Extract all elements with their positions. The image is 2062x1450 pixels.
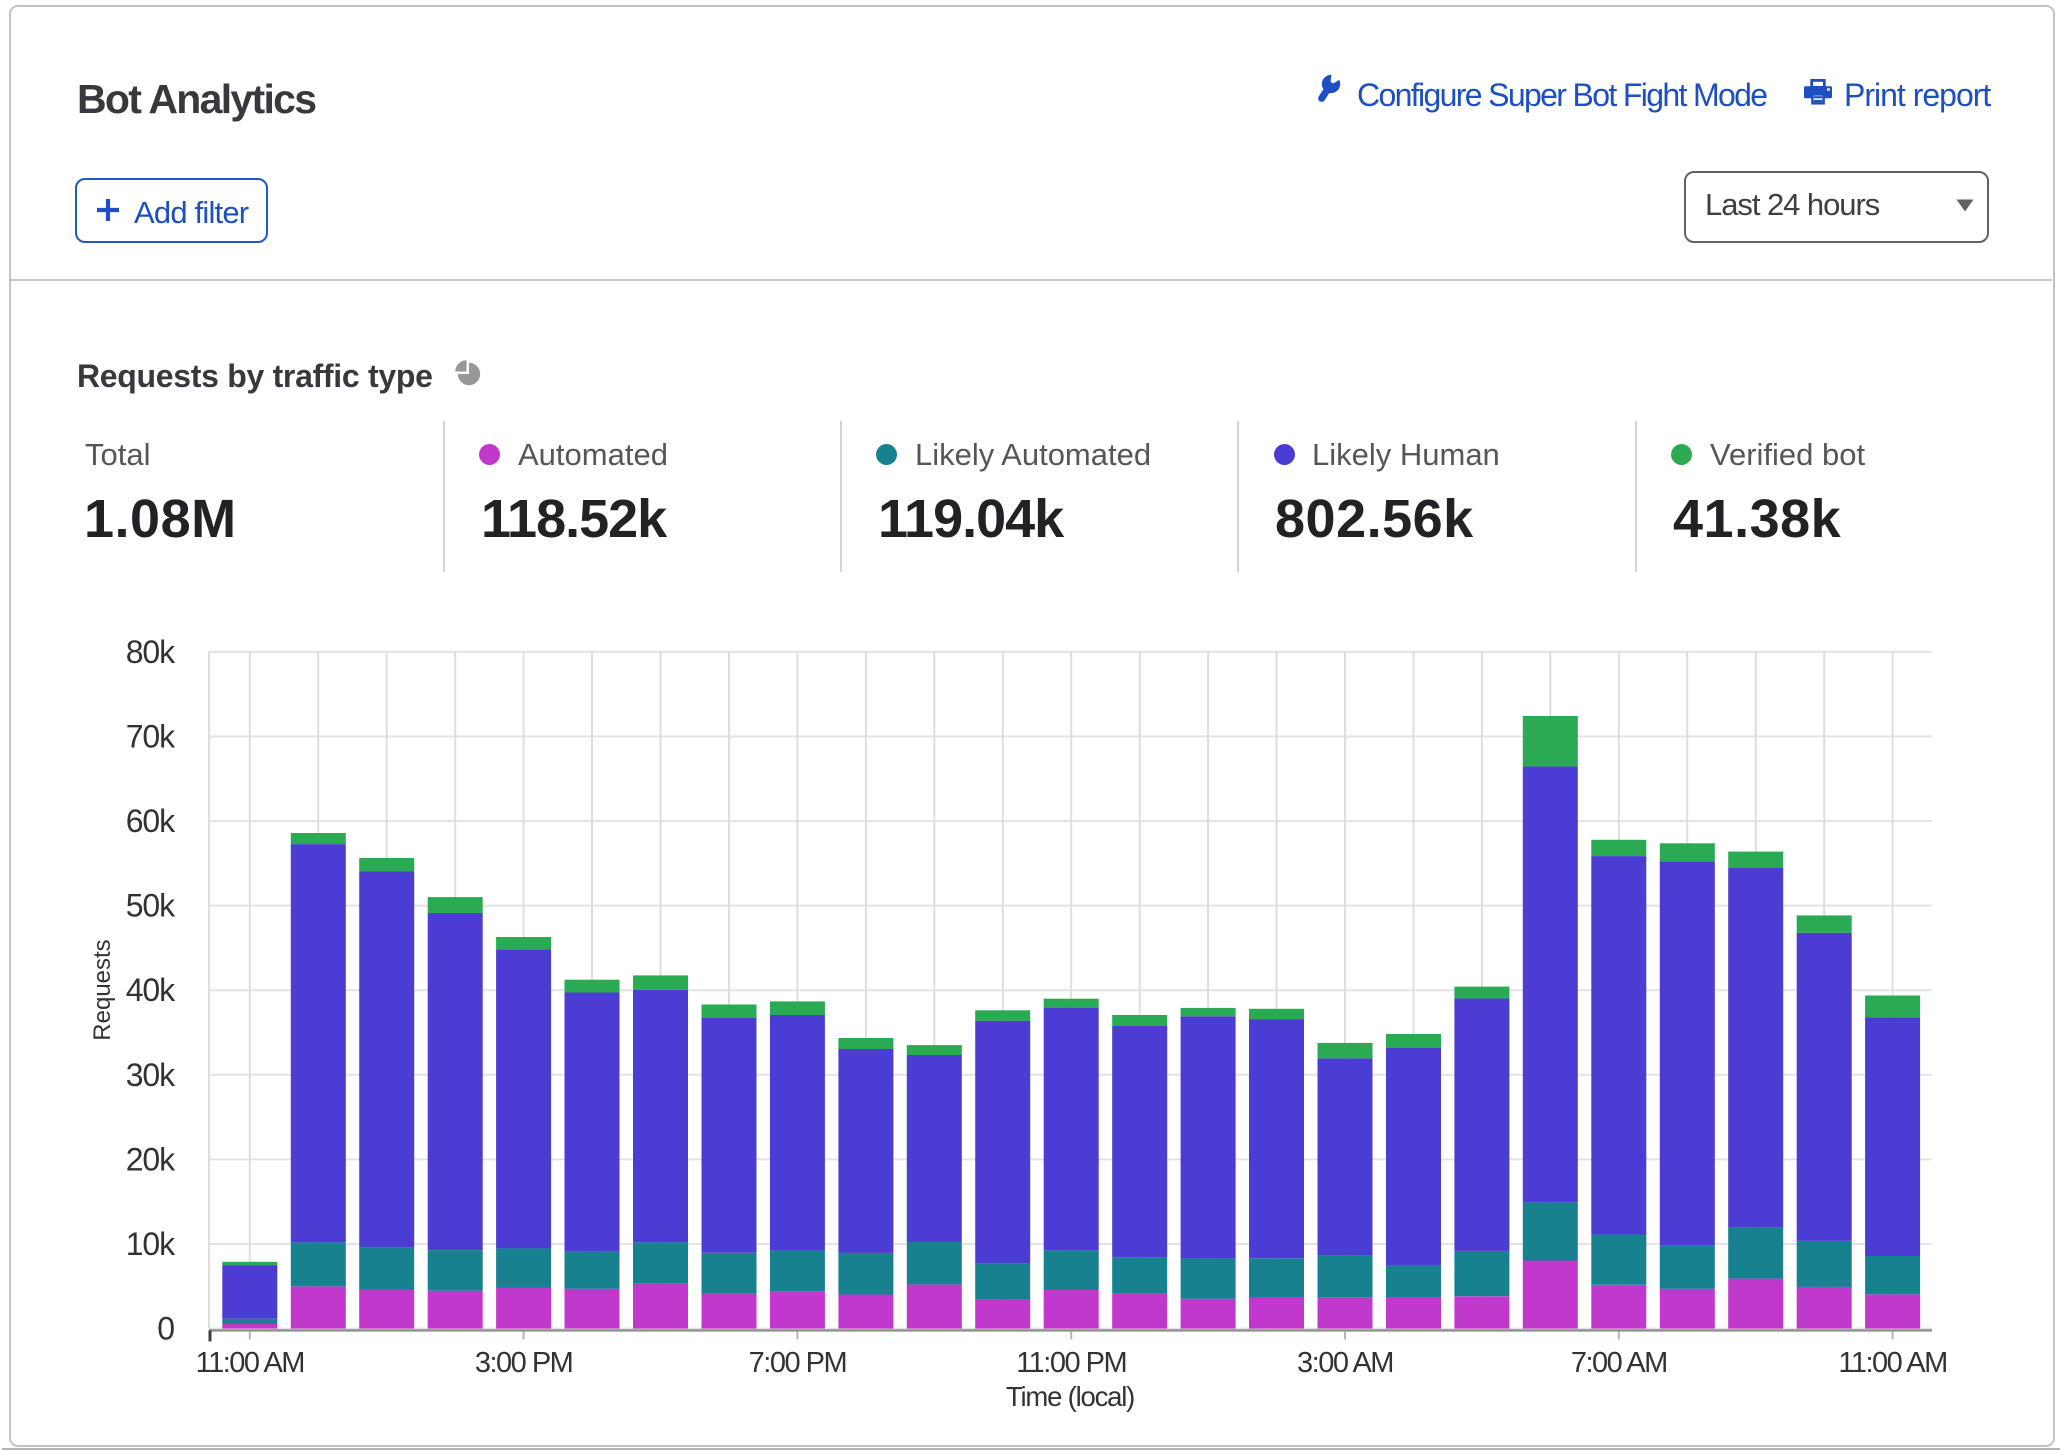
svg-text:60k: 60k [126,803,176,839]
svg-text:7:00 PM: 7:00 PM [749,1347,847,1379]
svg-text:3:00 AM: 3:00 AM [1297,1347,1393,1379]
svg-text:11:00 AM: 11:00 AM [196,1347,304,1379]
svg-text:Requests: Requests [89,939,116,1040]
svg-text:30k: 30k [126,1057,176,1093]
svg-text:10k: 10k [126,1226,176,1262]
svg-text:0: 0 [157,1311,174,1347]
svg-text:3:00 PM: 3:00 PM [475,1347,573,1379]
svg-text:7:00 AM: 7:00 AM [1571,1347,1667,1379]
svg-text:70k: 70k [126,718,176,754]
svg-text:Time (local): Time (local) [1006,1381,1134,1412]
svg-text:11:00 PM: 11:00 PM [1016,1347,1126,1379]
svg-text:40k: 40k [126,972,176,1008]
svg-text:50k: 50k [126,888,176,924]
svg-text:20k: 20k [126,1141,176,1177]
svg-text:80k: 80k [126,634,176,670]
svg-text:11:00 AM: 11:00 AM [1838,1347,1946,1379]
